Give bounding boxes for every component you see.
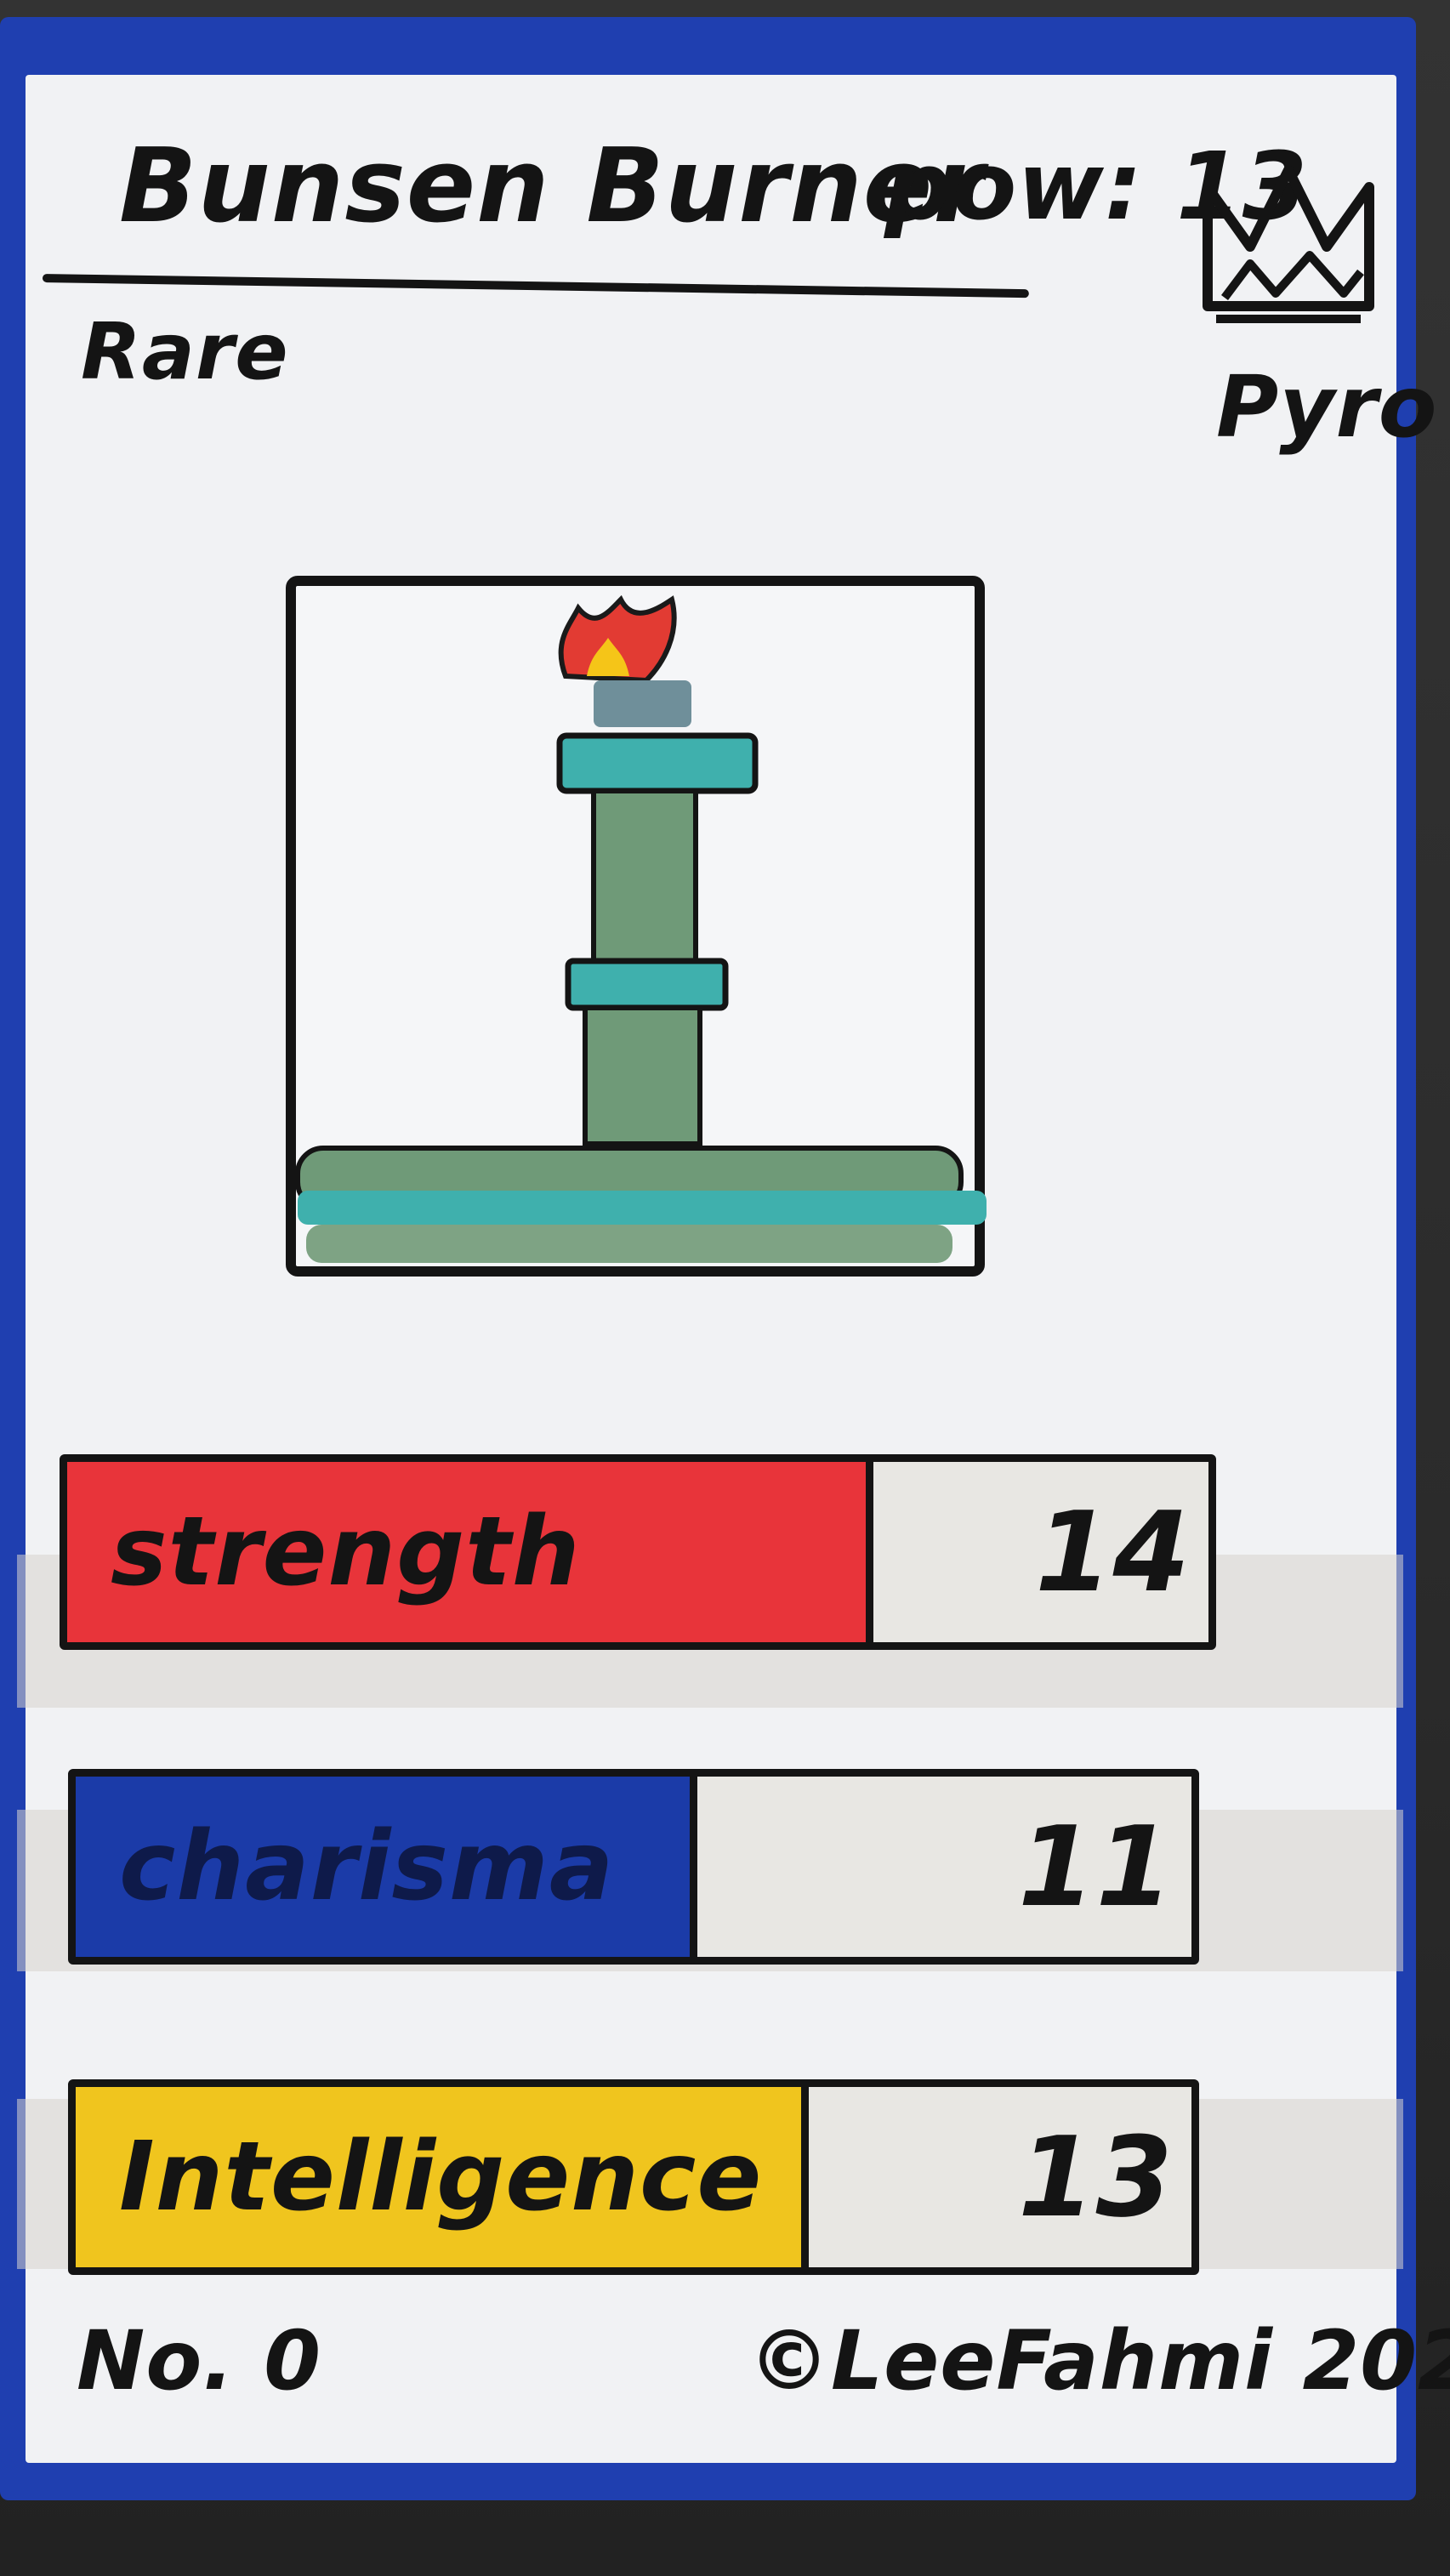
- stat-name: strength: [111, 1497, 581, 1607]
- stat-divider: [866, 1454, 873, 1650]
- stat-name: charisma: [119, 1811, 615, 1922]
- card-artwork: [272, 566, 995, 1288]
- stat-value: 11: [1018, 1802, 1174, 1931]
- card-title: Bunsen Burner: [119, 128, 985, 246]
- stat-value: 13: [1018, 2113, 1174, 2242]
- artist-credit: ©LeeFahmi 2023: [748, 2313, 1450, 2408]
- stat-bar-intelligence: Intelligence 13: [68, 2079, 1199, 2275]
- stat-divider: [801, 2079, 809, 2275]
- stat-divider: [690, 1769, 697, 1965]
- bunsen-burner-icon: [286, 576, 987, 1277]
- stat-bar-charisma: charisma 11: [68, 1769, 1199, 1965]
- card-number: No. 0: [77, 2313, 321, 2408]
- stat-value: 14: [1035, 1487, 1191, 1617]
- stat-bar-strength: strength 14: [60, 1454, 1216, 1650]
- stat-name: Intelligence: [119, 2122, 763, 2232]
- element-label: Pyro: [1216, 357, 1438, 457]
- rarity-label: Rare: [81, 306, 289, 397]
- photo-background: Bunsen Burner pow: 13 Rare Pyro strength…: [0, 0, 1450, 2576]
- crown-icon: [1191, 153, 1386, 366]
